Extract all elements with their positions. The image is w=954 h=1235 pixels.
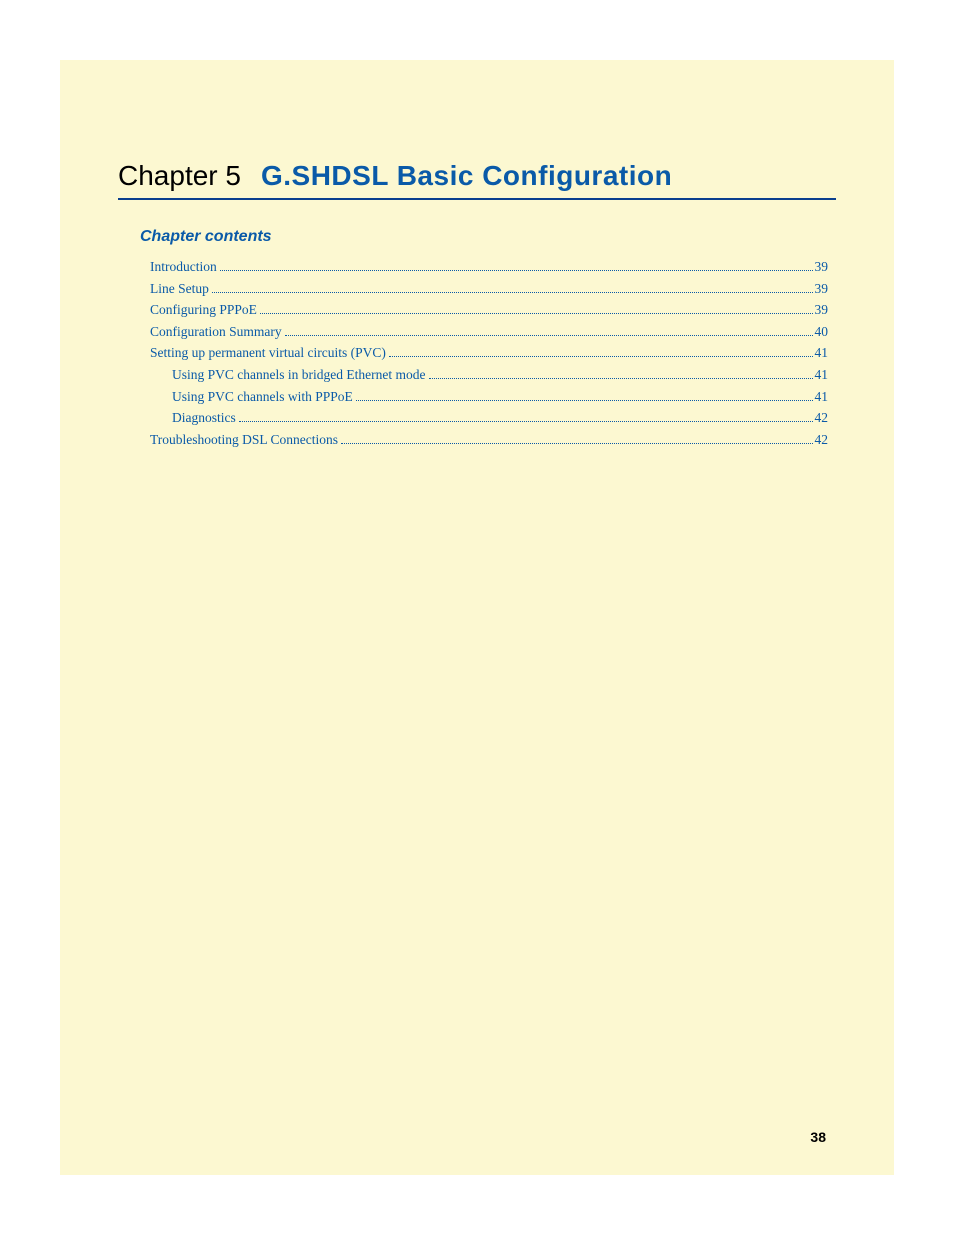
toc-label: Setting up permanent virtual circuits (P… — [150, 342, 389, 364]
toc-leader — [220, 270, 812, 271]
document-page: Chapter 5 G.SHDSL Basic Configuration Ch… — [60, 60, 894, 1175]
page-number: 38 — [810, 1129, 826, 1145]
toc-entry-sub[interactable]: Diagnostics 42 — [150, 407, 828, 429]
toc-label: Line Setup — [150, 278, 212, 300]
toc-entry[interactable]: Line Setup 39 — [150, 278, 828, 300]
toc-leader — [260, 313, 812, 314]
toc-label: Diagnostics — [172, 407, 239, 429]
toc-page: 41 — [815, 364, 829, 386]
toc-list: Introduction 39 Line Setup 39 Configurin… — [118, 256, 836, 450]
toc-leader — [429, 378, 813, 379]
toc-entry[interactable]: Configuration Summary 40 — [150, 321, 828, 343]
chapter-title: G.SHDSL Basic Configuration — [261, 160, 672, 192]
toc-label: Introduction — [150, 256, 220, 278]
toc-entry-sub[interactable]: Using PVC channels with PPPoE 41 — [150, 386, 828, 408]
toc-label: Troubleshooting DSL Connections — [150, 429, 341, 451]
toc-leader — [389, 356, 812, 357]
toc-entry[interactable]: Configuring PPPoE 39 — [150, 299, 828, 321]
toc-page: 41 — [815, 342, 829, 364]
toc-page: 39 — [815, 256, 829, 278]
toc-entry-sub[interactable]: Using PVC channels in bridged Ethernet m… — [150, 364, 828, 386]
toc-leader — [212, 292, 812, 293]
toc-label: Configuration Summary — [150, 321, 285, 343]
toc-entry[interactable]: Introduction 39 — [150, 256, 828, 278]
toc-page: 42 — [815, 407, 829, 429]
toc-page: 39 — [815, 299, 829, 321]
toc-label: Using PVC channels in bridged Ethernet m… — [172, 364, 429, 386]
toc-entry[interactable]: Setting up permanent virtual circuits (P… — [150, 342, 828, 364]
chapter-header: Chapter 5 G.SHDSL Basic Configuration — [118, 160, 836, 200]
toc-label: Using PVC channels with PPPoE — [172, 386, 356, 408]
contents-heading: Chapter contents — [118, 228, 836, 246]
toc-leader — [239, 421, 812, 422]
toc-leader — [341, 443, 812, 444]
toc-label: Configuring PPPoE — [150, 299, 260, 321]
toc-page: 42 — [815, 429, 829, 451]
toc-page: 41 — [815, 386, 829, 408]
toc-page: 39 — [815, 278, 829, 300]
toc-leader — [356, 400, 812, 401]
toc-leader — [285, 335, 813, 336]
toc-entry[interactable]: Troubleshooting DSL Connections 42 — [150, 429, 828, 451]
chapter-label: Chapter 5 — [118, 160, 241, 192]
toc-page: 40 — [815, 321, 829, 343]
